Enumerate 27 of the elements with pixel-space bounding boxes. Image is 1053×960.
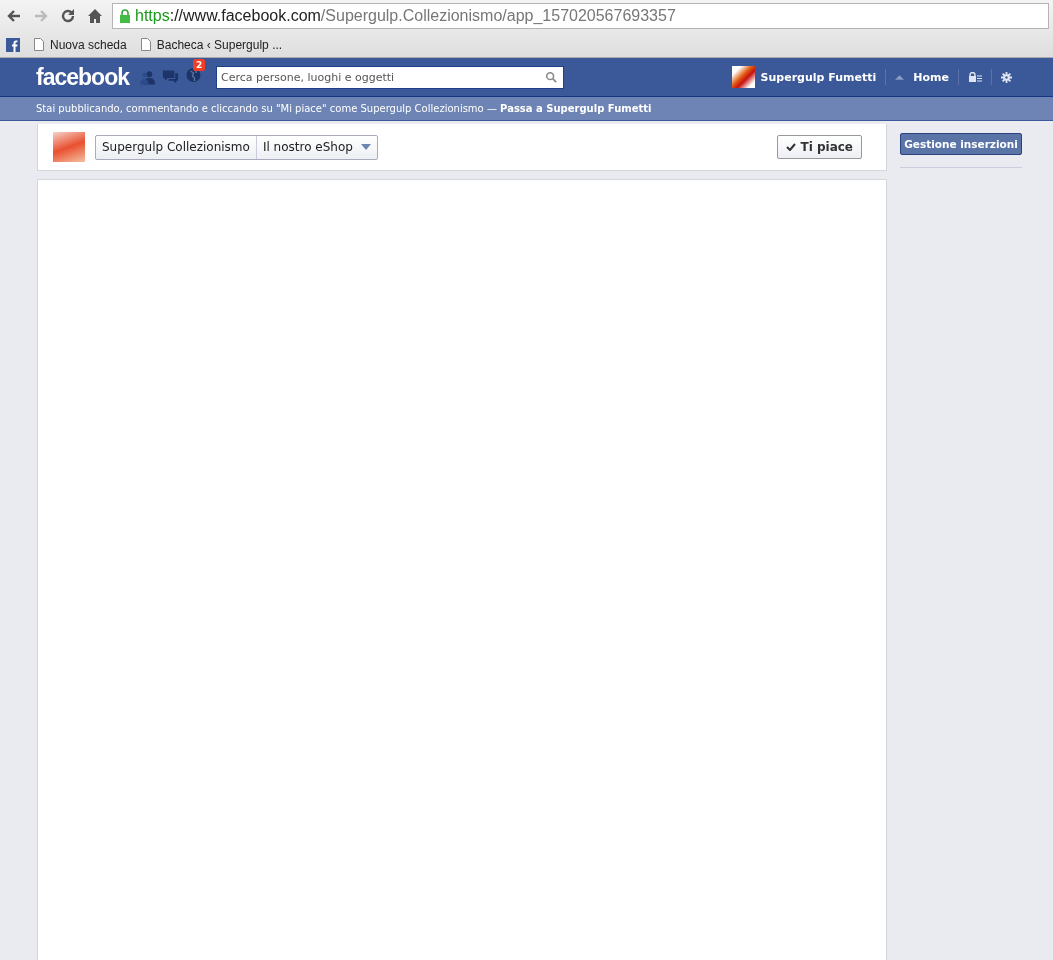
- home-icon[interactable]: [87, 8, 103, 24]
- page-icon: [140, 38, 151, 51]
- home-link[interactable]: Home: [913, 70, 949, 84]
- lock-menu-icon[interactable]: [968, 72, 982, 82]
- page-icon: [34, 38, 44, 51]
- reload-icon[interactable]: [60, 8, 76, 24]
- lock-icon: [119, 9, 131, 23]
- facebook-logo[interactable]: facebook: [36, 63, 129, 91]
- page-name-button[interactable]: Supergulp Collezionismo: [96, 135, 256, 159]
- checkmark-icon: [786, 143, 797, 151]
- bookmark-link[interactable]: Nuova scheda: [34, 37, 127, 52]
- like-button[interactable]: Ti piace: [777, 135, 862, 159]
- caret-down-icon: [360, 144, 371, 150]
- url-text: https://www.facebook.com/Supergulp.Collezionismo/app_157020567693357: [135, 7, 676, 25]
- caret-up-icon: [895, 74, 905, 80]
- address-bar[interactable]: https://www.facebook.com/Supergulp.Collezionismo/app_157020567693357: [112, 3, 1049, 29]
- bookmark-link[interactable]: Bacheca ‹ Supergulp ...: [140, 37, 283, 52]
- settings-icon[interactable]: [1001, 71, 1012, 83]
- back-arrow-icon[interactable]: [6, 8, 22, 24]
- notice-text: Stai pubblicando, commentando e cliccando su "Mi piace" come Supergulp Collezionismo — Passa a Supergulp Fumetti: [36, 103, 652, 114]
- page-thumbnail[interactable]: [53, 132, 85, 162]
- page-avatar[interactable]: [731, 66, 755, 88]
- tab-dropdown[interactable]: Il nostro eShop: [255, 135, 377, 159]
- notification-count: 2: [193, 59, 206, 71]
- profile-link[interactable]: Supergulp Fumetti: [760, 70, 877, 84]
- facebook-f-icon[interactable]: [6, 37, 20, 52]
- manage-ads-button[interactable]: Gestione inserzioni: [900, 133, 1022, 155]
